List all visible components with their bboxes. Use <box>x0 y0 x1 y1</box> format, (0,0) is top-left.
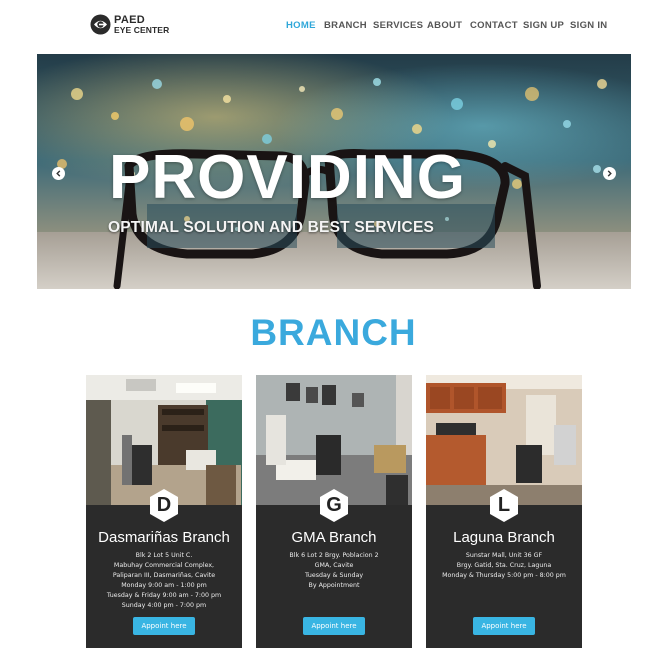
branch-card-laguna: L Laguna Branch Sunstar Mall, Unit 36 GF… <box>426 375 582 648</box>
chevron-left-icon <box>56 170 61 177</box>
site-header: PAED EYE CENTER HOME BRANCH SERVICES ABO… <box>0 0 667 52</box>
branch-photo <box>256 375 412 505</box>
hero-slider: PROVIDING OPTIMAL SOLUTION AND BEST SERV… <box>37 54 631 289</box>
branch-badge: L <box>488 488 520 523</box>
slider-next-button[interactable] <box>603 167 616 180</box>
branch-detail-line: Sunday 4:00 pm - 7:00 pm <box>121 602 207 609</box>
branch-detail-line: By Appointment <box>308 582 360 589</box>
nav-sign-in[interactable]: SIGN IN <box>570 20 607 31</box>
clinic-room-image <box>256 375 412 505</box>
hero-subtitle: OPTIMAL SOLUTION AND BEST SERVICES <box>108 219 435 236</box>
clinic-room-image <box>86 375 242 505</box>
branch-detail-line: Brgy. Gatid, Sta. Cruz, Laguna <box>456 562 552 569</box>
nav-about[interactable]: ABOUT <box>427 20 462 31</box>
branch-badge: D <box>148 488 180 523</box>
branch-photo <box>426 375 582 505</box>
page: PAED EYE CENTER HOME BRANCH SERVICES ABO… <box>0 0 667 667</box>
branch-detail-line: GMA, Cavite <box>314 562 354 569</box>
badge-letter: L <box>497 494 511 516</box>
nav-contact[interactable]: CONTACT <box>470 20 518 31</box>
branch-detail-line: Blk 2 Lot 5 Unit C. <box>135 552 193 559</box>
branch-details: Blk 6 Lot 2 Brgy. Poblacion 2 GMA, Cavit… <box>256 551 412 591</box>
branch-badge: G <box>318 488 350 523</box>
branch-details: Blk 2 Lot 5 Unit C. Mabuhay Commercial C… <box>86 551 242 611</box>
branch-card-dasmarinas: D Dasmariñas Branch Blk 2 Lot 5 Unit C. … <box>86 375 242 648</box>
hero-title: PROVIDING <box>109 143 466 212</box>
branch-name: Dasmariñas Branch <box>98 529 230 546</box>
slider-prev-button[interactable] <box>52 167 65 180</box>
branch-detail-line: Mabuhay Commercial Complex, <box>113 562 215 569</box>
badge-letter: G <box>326 494 342 516</box>
branch-details: Sunstar Mall, Unit 36 GF Brgy. Gatid, St… <box>426 551 582 581</box>
branch-detail-line: Blk 6 Lot 2 Brgy. Poblacion 2 <box>289 552 379 559</box>
badge-letter: D <box>156 494 172 516</box>
branch-section-title: BRANCH <box>250 312 417 353</box>
branch-detail-line: Tuesday & Sunday <box>304 572 364 579</box>
appoint-button[interactable]: Appoint here <box>473 617 535 635</box>
chevron-right-icon <box>607 170 612 177</box>
branch-card-gma: G GMA Branch Blk 6 Lot 2 Brgy. Poblacion… <box>256 375 412 648</box>
branch-name: GMA Branch <box>291 529 377 546</box>
branch-detail-line: Tuesday & Friday 9:00 am - 7:00 pm <box>106 592 222 599</box>
nav-home[interactable]: HOME <box>286 20 316 31</box>
appoint-button[interactable]: Appoint here <box>133 617 195 635</box>
main-nav: HOME BRANCH SERVICES ABOUT CONTACT SIGN … <box>0 20 667 34</box>
branch-detail-line: Sunstar Mall, Unit 36 GF <box>465 552 543 559</box>
nav-branch[interactable]: BRANCH <box>324 20 367 31</box>
branch-photo <box>86 375 242 505</box>
branch-detail-line: Monday 9:00 am - 1:00 pm <box>121 582 207 589</box>
branch-detail-line: Paliparan III, Dasmariñas, Cavite <box>112 572 216 579</box>
clinic-room-image <box>426 375 582 505</box>
appoint-button[interactable]: Appoint here <box>303 617 365 635</box>
branch-detail-line: Monday & Thursday 5:00 pm - 8:00 pm <box>442 572 566 579</box>
nav-sign-up[interactable]: SIGN UP <box>523 20 564 31</box>
nav-services[interactable]: SERVICES <box>373 20 423 31</box>
branch-name: Laguna Branch <box>453 529 555 546</box>
